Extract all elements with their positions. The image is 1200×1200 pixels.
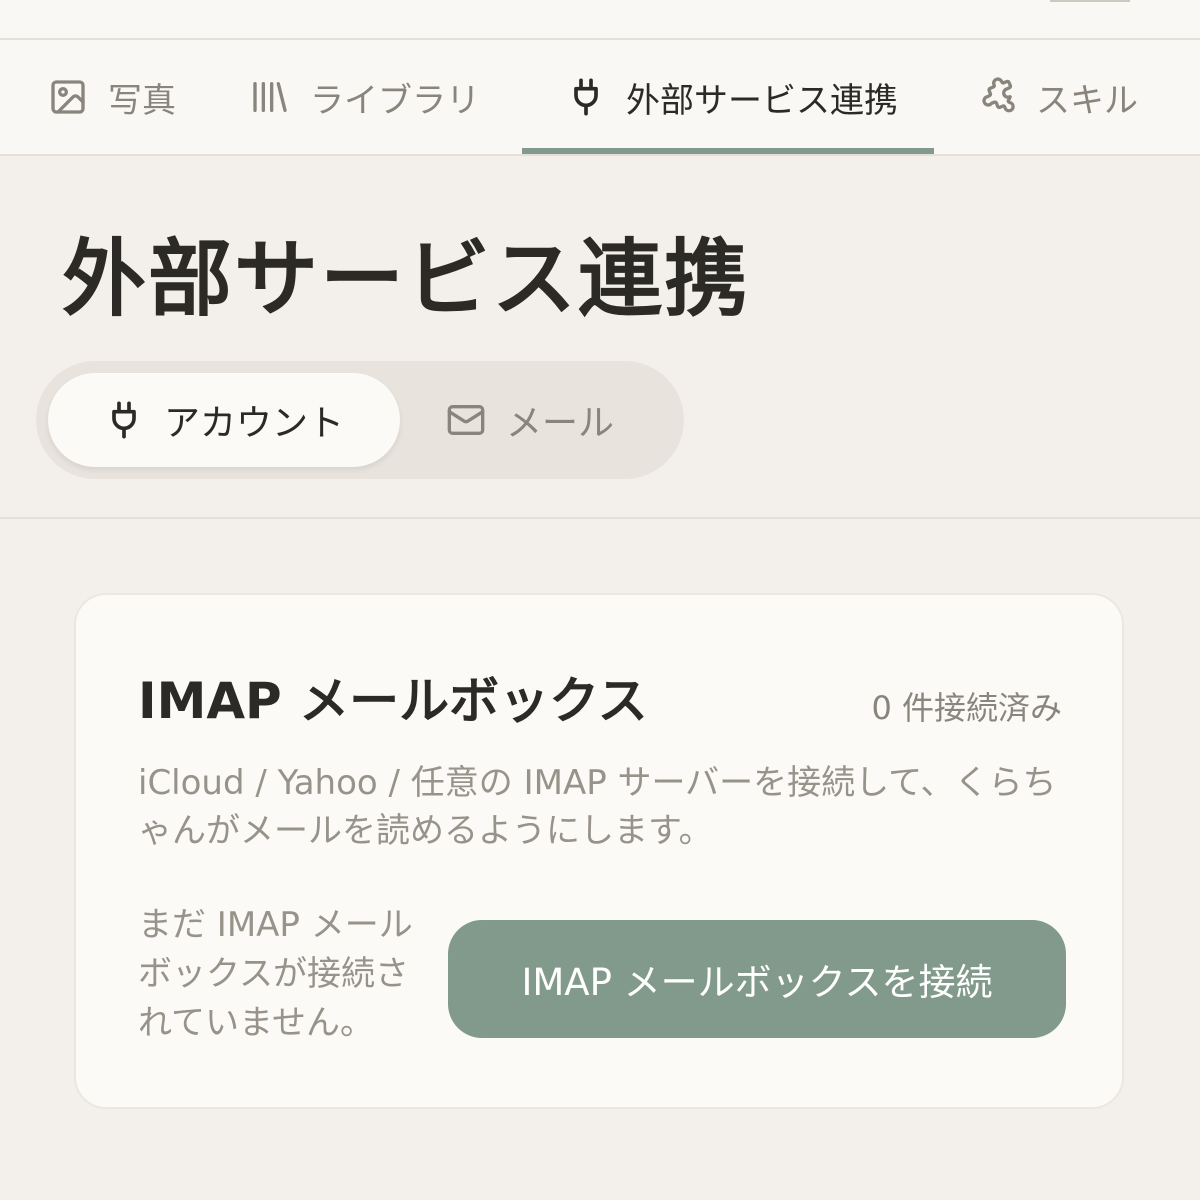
tab-photos[interactable]: 写真 bbox=[48, 40, 176, 154]
card-description: iCloud / Yahoo / 任意の IMAP サーバーを接続して、くらちゃ… bbox=[138, 763, 1057, 851]
page-title: 外部サービス連携 bbox=[62, 230, 751, 328]
tab-library-label: ライブラリ bbox=[310, 80, 480, 121]
connected-count: 0 件接続済み bbox=[871, 689, 1062, 727]
section-divider bbox=[0, 517, 1200, 519]
tab-photos-label: 写真 bbox=[108, 80, 176, 121]
imap-mailbox-card: IMAP メールボックス 0 件接続済み iCloud / Yahoo / 任意… bbox=[74, 593, 1124, 1109]
top-strip-handle bbox=[1050, 0, 1130, 2]
top-strip bbox=[0, 0, 1200, 40]
tab-skills[interactable]: スキル bbox=[976, 40, 1138, 154]
image-icon bbox=[48, 77, 88, 117]
segment-control: アカウント メール bbox=[36, 361, 684, 479]
mail-icon bbox=[446, 400, 486, 440]
tab-skills-label: スキル bbox=[1036, 80, 1138, 121]
connect-imap-button[interactable]: IMAP メールボックスを接続 bbox=[448, 920, 1066, 1038]
tab-integrations-label: 外部サービス連携 bbox=[626, 80, 898, 121]
tab-integrations[interactable]: 外部サービス連携 bbox=[522, 40, 934, 154]
top-nav: 写真 ライブラリ 外部サービス連携 スキル bbox=[0, 40, 1200, 156]
segment-mail-label: メール bbox=[506, 403, 615, 444]
plug-icon bbox=[104, 400, 144, 440]
library-icon bbox=[250, 77, 290, 117]
puzzle-icon bbox=[976, 77, 1016, 117]
segment-accounts[interactable]: アカウント bbox=[48, 373, 400, 467]
empty-state-text: まだ IMAP メールボックスが接続されていません。 bbox=[138, 905, 413, 1043]
tab-library[interactable]: ライブラリ bbox=[250, 40, 480, 154]
card-title: IMAP メールボックス bbox=[138, 672, 648, 730]
segment-accounts-label: アカウント bbox=[163, 403, 344, 444]
active-tab-indicator bbox=[522, 148, 934, 154]
segment-mail[interactable]: メール bbox=[446, 373, 676, 467]
plug-icon bbox=[566, 77, 606, 117]
